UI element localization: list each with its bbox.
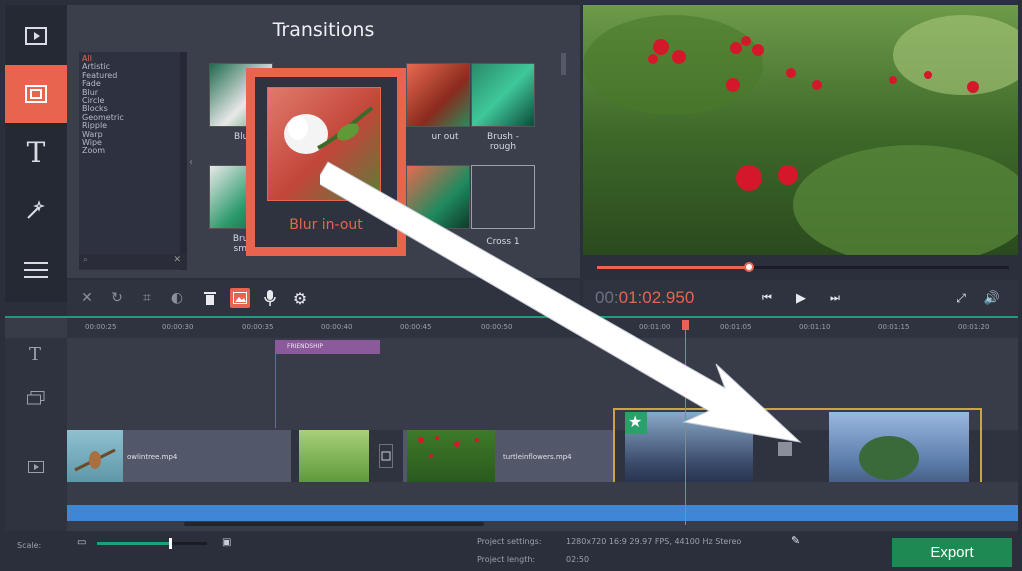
project-length-value: 02:50 [566, 555, 590, 564]
ruler-tick: 00:00:30 [162, 323, 194, 331]
text-icon: T [26, 135, 46, 169]
title-clip-connector [275, 354, 276, 428]
category-scrollbar[interactable] [180, 52, 187, 270]
gear-icon: ⚙ [292, 288, 308, 308]
next-frame-button[interactable]: ⏭ [825, 288, 845, 308]
fullscreen-button[interactable]: ⤢ [951, 288, 971, 308]
overlay-track-icon [27, 390, 45, 409]
menu-icon [24, 262, 48, 278]
ruler-tick: 00:01:15 [878, 323, 910, 331]
thumbs-scrollbar[interactable] [561, 53, 566, 75]
panel-title: Transitions [272, 19, 375, 41]
skip-forward-icon: ⏭ [830, 291, 840, 304]
crop-icon: ⌗ [143, 290, 151, 306]
trash-icon [204, 292, 216, 305]
category-list: All Artistic Featured Fade Blur Circle Blocks G… [79, 52, 187, 270]
titles-button[interactable]: T [5, 123, 67, 181]
contrast-icon: ◐ [170, 290, 184, 306]
clip-name: owlintree.mp4 [127, 453, 178, 461]
project-settings-label: Project settings: [477, 537, 542, 546]
collapse-arrow-icon[interactable]: ‹ [189, 157, 193, 168]
fullscreen-icon: ⤢ [956, 290, 966, 305]
left-toolbar: T [5, 5, 67, 302]
image-icon [233, 292, 247, 304]
status-bar: Scale: ▭ ▣ Project settings: 1280x720 16… [5, 531, 1018, 569]
audio-track[interactable] [67, 505, 1018, 521]
ruler-tick: 00:00:25 [85, 323, 117, 331]
delete-button[interactable] [200, 288, 220, 308]
close-icon[interactable]: ✕ [173, 255, 181, 265]
microphone-icon [264, 290, 276, 306]
text-track-icon: T [29, 344, 42, 365]
project-settings-value: 1280x720 16:9 29.97 FPS, 44100 Hz Stereo [566, 537, 742, 546]
filters-button[interactable] [5, 181, 67, 239]
pencil-icon[interactable]: ✎ [791, 534, 800, 547]
import-media-button[interactable] [5, 7, 67, 65]
rotate-button[interactable]: ↻ [107, 288, 127, 308]
category-search-input[interactable]: ⌕ ✕ [79, 254, 187, 269]
scale-label: Scale: [17, 541, 42, 550]
ruler-tick: 00:01:20 [958, 323, 990, 331]
video-track-icon [28, 458, 44, 477]
film-icon [25, 27, 47, 45]
title-clip-label: FRIENDSHIP [287, 343, 323, 350]
search-icon: ⌕ [83, 255, 89, 265]
more-tools-button[interactable] [5, 241, 67, 299]
record-voice-button[interactable] [260, 288, 280, 308]
transition-icon [25, 85, 47, 103]
zoom-in-icon[interactable]: ▣ [222, 537, 231, 548]
scissors-icon: ✕ [81, 290, 93, 306]
speaker-icon: 🔊 [983, 290, 1001, 306]
scale-fill [97, 542, 169, 545]
split-button[interactable]: ✕ [77, 288, 97, 308]
settings-button[interactable]: ⚙ [290, 288, 310, 308]
audio-track-area [67, 482, 1018, 505]
video-clip[interactable]: owlintree.mp4 [67, 430, 291, 482]
scale-handle[interactable] [168, 538, 172, 549]
category-item[interactable]: Zoom [79, 147, 187, 156]
crop-button[interactable]: ⌗ [137, 288, 157, 308]
transitions-button[interactable] [5, 65, 67, 123]
image-properties-button[interactable] [230, 288, 250, 308]
ruler-tick: 00:00:35 [242, 323, 274, 331]
zoom-out-icon[interactable]: ▭ [77, 537, 86, 548]
transition-thumb[interactable] [406, 63, 470, 127]
magic-wand-icon [27, 200, 45, 219]
transition-thumb[interactable] [471, 63, 535, 127]
export-button[interactable]: Export [892, 538, 1012, 567]
project-length-label: Project length: [477, 555, 536, 564]
track-headers: T [5, 338, 67, 531]
volume-button[interactable]: 🔊 [982, 288, 1002, 308]
clip-thumbnail [67, 430, 123, 482]
rotate-icon: ↻ [111, 290, 123, 306]
color-adjust-button[interactable]: ◐ [167, 288, 187, 308]
timeline-scrollbar[interactable] [184, 522, 484, 526]
drag-arrow [320, 161, 802, 443]
